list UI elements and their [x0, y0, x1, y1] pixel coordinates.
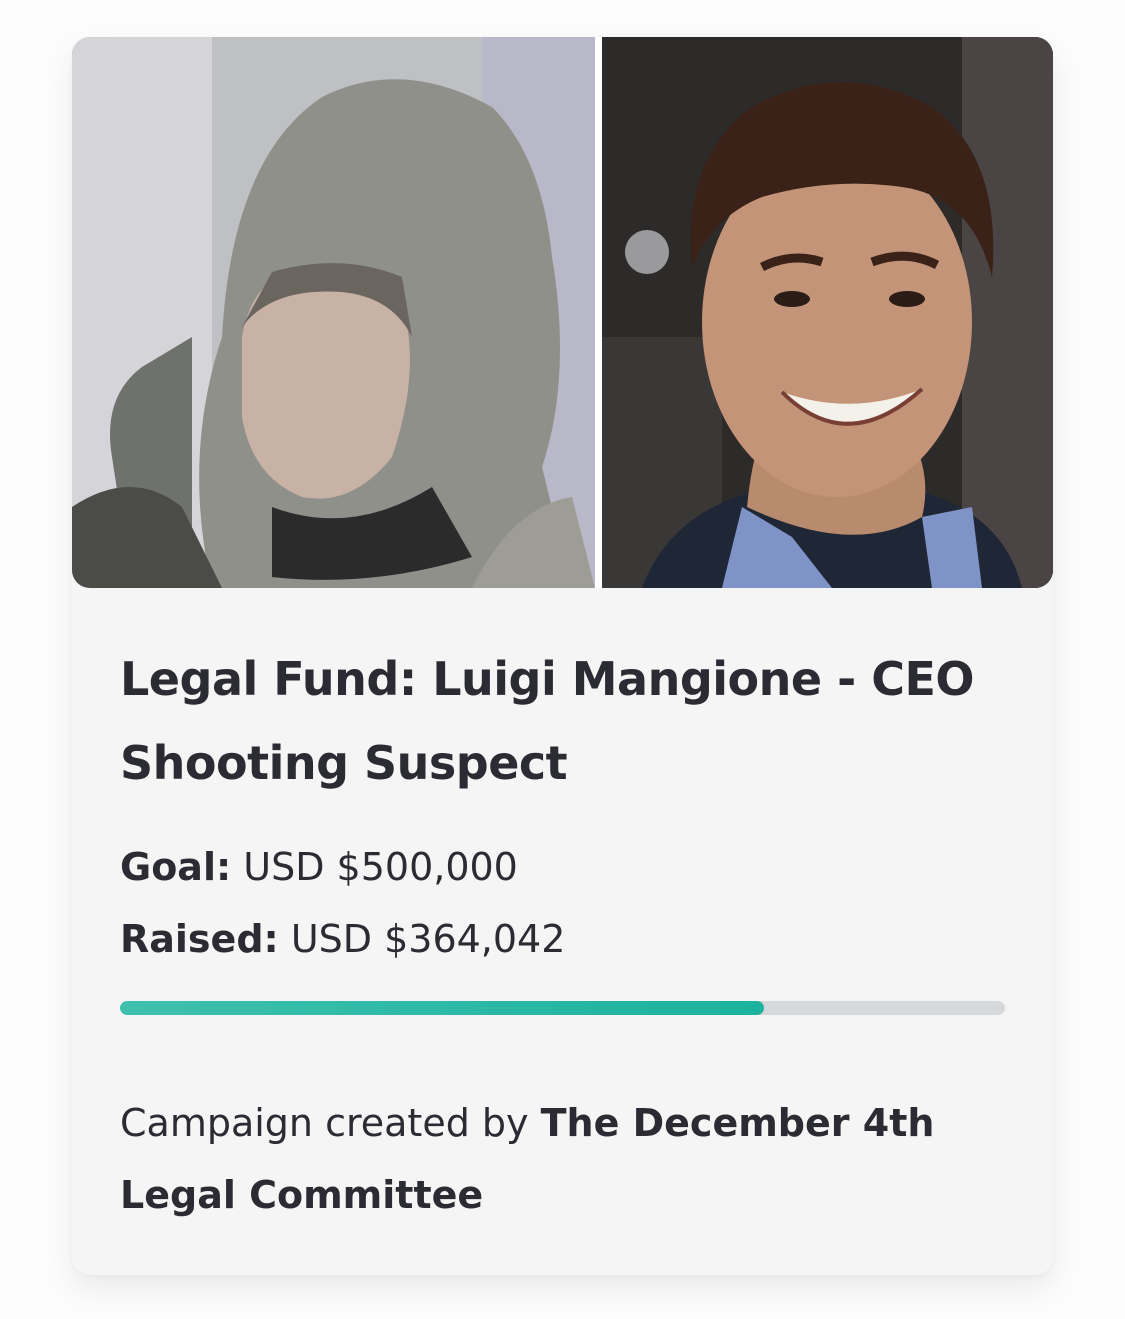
progress-bar — [120, 1001, 1005, 1015]
campaign-hero-image — [72, 37, 1053, 588]
campaign-creator: Campaign created by The December 4th Leg… — [120, 1087, 1010, 1231]
creator-prefix: Campaign created by — [120, 1101, 529, 1145]
raised-value: USD $364,042 — [290, 917, 566, 961]
campaign-card[interactable]: Legal Fund: Luigi Mangione - CEO Shootin… — [72, 37, 1053, 1275]
goal-label: Goal: — [120, 845, 232, 889]
portrait-photo — [602, 37, 1053, 588]
goal-value: USD $500,000 — [243, 845, 518, 889]
campaign-title[interactable]: Legal Fund: Luigi Mangione - CEO Shootin… — [120, 637, 1010, 805]
raised-label: Raised: — [120, 917, 279, 961]
campaign-stats: Goal: USD $500,000 Raised: USD $364,042 — [120, 831, 1010, 975]
progress-bar-fill — [120, 1001, 765, 1015]
raised-row: Raised: USD $364,042 — [120, 903, 1010, 975]
campaign-details: Legal Fund: Luigi Mangione - CEO Shootin… — [120, 637, 1010, 1231]
goal-row: Goal: USD $500,000 — [120, 831, 1010, 903]
surveillance-photo — [72, 37, 595, 588]
image-divider — [595, 37, 602, 588]
